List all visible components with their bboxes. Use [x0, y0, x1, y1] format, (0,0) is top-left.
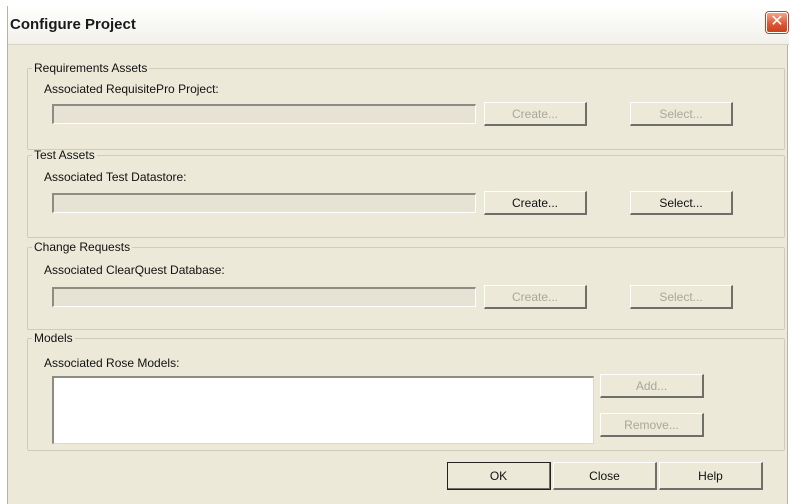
rose-models-label: Associated Rose Models:	[44, 356, 180, 370]
test-assets-legend: Test Assets	[34, 148, 95, 162]
requirements-create-button[interactable]: Create...	[484, 102, 587, 126]
ok-button[interactable]: OK	[447, 462, 551, 490]
test-select-button[interactable]: Select...	[630, 191, 733, 215]
models-add-button[interactable]: Add...	[600, 374, 704, 398]
help-button[interactable]: Help	[659, 462, 763, 490]
rose-models-list[interactable]	[52, 376, 594, 444]
close-icon[interactable]: ✕	[766, 12, 788, 33]
requirements-select-button[interactable]: Select...	[630, 102, 733, 126]
clearquest-database-label: Associated ClearQuest Database:	[44, 263, 225, 277]
test-datastore-label: Associated Test Datastore:	[44, 170, 187, 184]
requirements-assets-legend: Requirements Assets	[34, 61, 148, 75]
dialog-title: Configure Project	[10, 16, 136, 33]
models-legend: Models	[34, 331, 73, 345]
configure-project-dialog: Configure Project ✕ Requirements Assets …	[7, 6, 789, 504]
change-create-button[interactable]: Create...	[484, 285, 587, 309]
change-select-button[interactable]: Select...	[630, 285, 733, 309]
close-button[interactable]: Close	[553, 462, 657, 490]
models-remove-button[interactable]: Remove...	[600, 413, 704, 437]
change-requests-legend: Change Requests	[34, 240, 131, 254]
clearquest-database-field	[52, 287, 476, 307]
title-bar[interactable]: Configure Project ✕	[8, 6, 789, 45]
test-datastore-field[interactable]	[52, 193, 476, 213]
test-create-button[interactable]: Create...	[484, 191, 587, 215]
requisitepro-project-label: Associated RequisitePro Project:	[44, 82, 219, 96]
requisitepro-project-field	[52, 104, 476, 124]
